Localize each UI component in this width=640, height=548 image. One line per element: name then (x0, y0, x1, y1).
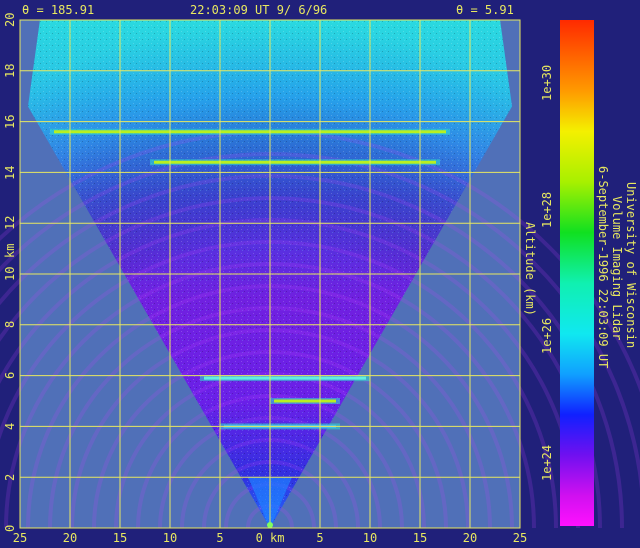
cloud-layer (154, 160, 436, 164)
cloud-layer (54, 130, 446, 134)
y-axis-title: Altitude (km) (523, 222, 537, 316)
credit-line-3: 6-September-1996 22:03:09 UT (596, 166, 610, 369)
y-tick-label: 8 (3, 321, 17, 329)
lidar-origin-marker (267, 522, 273, 528)
cloud-layer (204, 376, 366, 380)
credit-line-1: University of Wisconsin (624, 182, 638, 349)
y-tick-label: 0 (3, 524, 17, 532)
cloud-layer (274, 399, 336, 403)
timestamp-label: 22:03:09 UT 9/ 6/96 (190, 3, 328, 17)
y-tick-label: 18 (3, 63, 17, 78)
theta-left-label: θ = 185.91 (22, 3, 95, 17)
credit-line-2: Volume Imaging Lidar (610, 196, 624, 341)
y-tick-label: 2 (3, 473, 17, 481)
colorbar-tick-label: 1e+26 (540, 318, 554, 355)
x-tick-label: 25 (12, 531, 28, 545)
colorbar-tick-label: 1e+24 (540, 444, 554, 481)
colorbar (560, 20, 594, 526)
colorbar-tick-label: 1e+28 (540, 191, 554, 228)
colorbar-tick-label: 1e+30 (540, 65, 554, 102)
y-unit-label: km (3, 243, 17, 258)
y-tick-label: 10 (3, 266, 17, 282)
x-tick-label: 5 (316, 531, 324, 545)
y-tick-label: 16 (3, 114, 17, 129)
x-tick-label: 0 km (255, 531, 285, 545)
x-tick-label: 5 (216, 531, 224, 545)
y-tick-label: 6 (3, 371, 17, 380)
y-tick-label: 20 (3, 12, 17, 28)
x-tick-label: 15 (412, 531, 428, 545)
y-tick-label: 4 (3, 422, 17, 430)
y-tick-label: 12 (3, 215, 17, 231)
x-tick-label: 15 (112, 531, 128, 545)
x-tick-label: 10 (162, 531, 178, 545)
x-tick-label: 20 (462, 531, 478, 545)
theta-right-label: θ = 5.91 (456, 3, 514, 17)
x-tick-label: 10 (362, 531, 378, 545)
x-tick-label: 25 (512, 531, 528, 545)
x-tick-label: 20 (62, 531, 78, 545)
y-tick-label: 14 (3, 165, 17, 180)
